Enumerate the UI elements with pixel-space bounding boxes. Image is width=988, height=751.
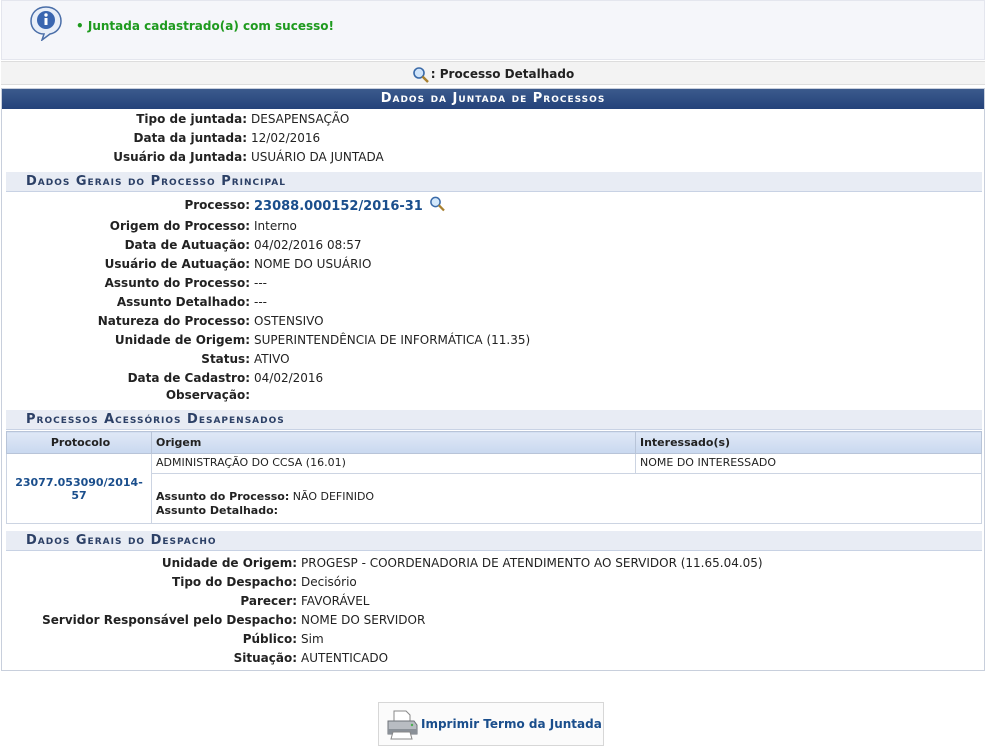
legend-label: : Processo Detalhado (430, 67, 575, 81)
field-value: SUPERINTENDÊNCIA DE INFORMÁTICA (11.35) (254, 333, 531, 347)
col-header-origem: Origem (151, 431, 636, 454)
field-label: Data de Autuação: (124, 238, 250, 252)
field-assunto-processo: Assunto do Processo: --- (2, 274, 982, 293)
magnifier-icon (412, 66, 429, 83)
field-value: PROGESP - COORDENADORIA DE ATENDIMENTO A… (301, 556, 763, 570)
assunto-label: Assunto do Processo: (156, 490, 290, 503)
field-label: Parecer: (240, 594, 297, 608)
field-value: 04/02/2016 08:57 (254, 238, 362, 252)
field-label: Tipo do Despacho: (172, 575, 297, 589)
field-tipo-despacho: Tipo do Despacho: Decisório (2, 573, 982, 592)
field-label: Unidade de Origem: (114, 333, 250, 347)
field-value: --- (254, 276, 267, 290)
field-value: Sim (301, 632, 324, 646)
juntada-details-table: Dados da Juntada de Processos Tipo de ju… (1, 88, 985, 671)
field-value: NOME DO SERVIDOR (301, 613, 426, 627)
table-row: 23077.053090/2014-57 ADMINISTRAÇÃO DO CC… (6, 453, 982, 524)
print-term-button[interactable]: Imprimir Termo da Juntada (378, 702, 604, 746)
field-label: Assunto Detalhado: (116, 295, 250, 309)
field-servidor-responsavel: Servidor Responsável pelo Despacho: NOME… (2, 611, 982, 630)
section-processos-acessorios: Processos Acessórios Desapensados (6, 410, 982, 430)
field-value: USUÁRIO DA JUNTADA (251, 150, 384, 164)
field-value: FAVORÁVEL (301, 594, 370, 608)
field-situacao: Situação: AUTENTICADO (2, 649, 982, 668)
field-observacao: Observação: (2, 386, 982, 405)
field-value: Decisório (301, 575, 357, 589)
field-label: Natureza do Processo: (97, 314, 250, 328)
field-usuario-juntada: Usuário da Juntada: USUÁRIO DA JUNTADA (2, 148, 982, 167)
field-unidade-origem: Unidade de Origem: SUPERINTENDÊNCIA DE I… (2, 331, 982, 350)
info-icon (30, 6, 62, 41)
print-term-label[interactable]: Imprimir Termo da Juntada (421, 717, 602, 731)
field-parecer: Parecer: FAVORÁVEL (2, 592, 982, 611)
field-value: --- (254, 295, 267, 309)
printer-icon (387, 710, 418, 740)
field-label: Assunto do Processo: (104, 276, 250, 290)
field-label: Unidade de Origem: (161, 556, 297, 570)
field-value: DESAPENSAÇÃO (251, 112, 350, 126)
view-process-icon[interactable] (429, 196, 446, 212)
interessado-cell: NOME DO INTERESSADO (635, 453, 982, 474)
legend-bar: : Processo Detalhado (1, 61, 985, 85)
section-processo-principal: Dados Gerais do Processo Principal (6, 172, 982, 192)
field-status: Status: ATIVO (2, 350, 982, 369)
field-data-autuacao: Data de Autuação: 04/02/2016 08:57 (2, 236, 982, 255)
field-label: Público: (242, 632, 297, 646)
protocolo-link[interactable]: 23077.053090/2014-57 (6, 453, 152, 524)
col-header-interessados: Interessado(s) (635, 431, 982, 454)
acessorios-table: Protocolo Origem Interessado(s) 23077.05… (6, 431, 982, 524)
field-label: Status: (201, 352, 250, 366)
field-natureza-processo: Natureza do Processo: OSTENSIVO (2, 312, 982, 331)
field-label: Servidor Responsável pelo Despacho: (42, 613, 297, 627)
field-value: Interno (254, 219, 297, 233)
field-value: ATIVO (254, 352, 290, 366)
field-label: Tipo de juntada: (136, 112, 247, 126)
field-usuario-autuacao: Usuário de Autuação: NOME DO USUÁRIO (2, 255, 982, 274)
field-value: NOME DO USUÁRIO (254, 257, 372, 271)
field-value: OSTENSIVO (254, 314, 324, 328)
field-label: Data da juntada: (133, 131, 247, 145)
success-message-box: • Juntada cadastrado(a) com sucesso! (1, 0, 985, 60)
field-label: Usuário da Juntada: (113, 150, 247, 164)
assunto-cell: Assunto do Processo: NÃO DEFINIDO Assunt… (151, 473, 982, 524)
field-data-juntada: Data da juntada: 12/02/2016 (2, 129, 982, 148)
field-label: Processo: (184, 198, 250, 212)
success-message: • Juntada cadastrado(a) com sucesso! (76, 19, 334, 33)
section-despacho: Dados Gerais do Despacho (6, 531, 982, 551)
field-tipo-juntada: Tipo de juntada: DESAPENSAÇÃO (2, 110, 982, 129)
table-header-row: Protocolo Origem Interessado(s) (6, 431, 982, 454)
field-publico: Público: Sim (2, 630, 982, 649)
field-processo: Processo: 23088.000152/2016-31 (2, 196, 982, 215)
field-label: Origem do Processo: (109, 219, 250, 233)
col-header-protocolo: Protocolo (6, 431, 152, 454)
origem-cell: ADMINISTRAÇÃO DO CCSA (16.01) (151, 453, 636, 474)
processo-link[interactable]: 23088.000152/2016-31 (254, 199, 423, 214)
field-value: 12/02/2016 (251, 131, 321, 145)
field-label: Usuário de Autuação: (104, 257, 250, 271)
detalhado-label: Assunto Detalhado: (156, 504, 279, 517)
field-label: Situação: (233, 651, 297, 665)
table-row-details: Assunto do Processo: NÃO DEFINIDO Assunt… (7, 473, 982, 524)
assunto-value: NÃO DEFINIDO (292, 490, 375, 503)
field-despacho-unidade: Unidade de Origem: PROGESP - COORDENADOR… (2, 554, 982, 573)
field-origem-processo: Origem do Processo: Interno (2, 217, 982, 236)
field-label: Observação: (165, 388, 250, 402)
field-value: AUTENTICADO (301, 651, 389, 665)
table-caption: Dados da Juntada de Processos (2, 89, 984, 109)
field-assunto-detalhado: Assunto Detalhado: --- (2, 293, 982, 312)
